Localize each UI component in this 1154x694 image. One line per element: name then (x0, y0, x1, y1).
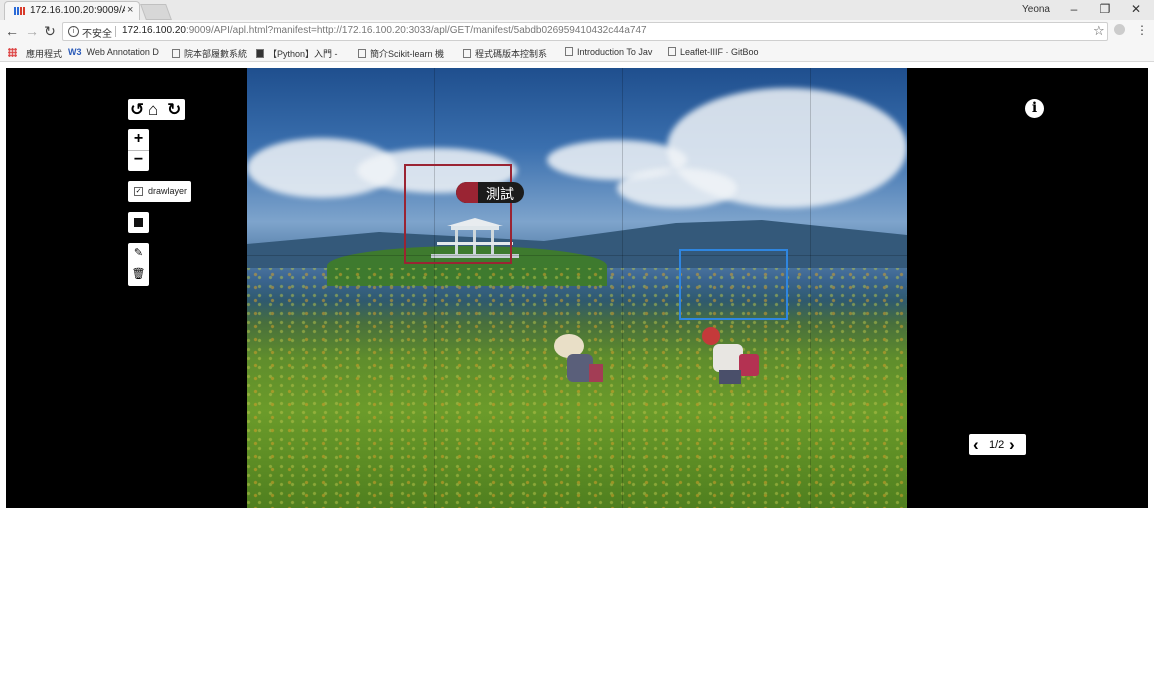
bookmark-item[interactable]: 簡介Scikit-learn 機 (358, 47, 453, 60)
close-window-button[interactable]: ✕ (1128, 2, 1144, 16)
annotation-region-red[interactable] (404, 164, 512, 264)
bookmark-item[interactable]: W3 Web Annotation D (68, 47, 160, 57)
previous-page-icon[interactable]: ‹ (973, 434, 979, 455)
bookmark-item[interactable]: 【Python】入門 - (256, 47, 348, 60)
zoom-out-button[interactable]: − (128, 150, 149, 171)
edit-icon[interactable]: ✎ (128, 243, 149, 264)
next-page-icon[interactable]: › (1009, 434, 1015, 455)
e-icon (256, 49, 264, 58)
address-bar[interactable]: i 不安全 172.16.100.20:9009/API/apl.html?ma… (62, 22, 1108, 41)
bookmark-label: 簡介Scikit-learn 機 (370, 49, 445, 59)
extension-icon[interactable] (1114, 24, 1125, 35)
reload-button[interactable]: ↻ (43, 24, 57, 38)
browser-tab[interactable]: 172.16.100.20:9009/API × (4, 1, 140, 20)
bookmark-item[interactable]: 應用程式 (26, 47, 66, 60)
info-icon[interactable]: i (1025, 99, 1044, 118)
tab-close-icon[interactable]: × (127, 4, 133, 16)
layer-control[interactable]: ✓ drawlayer (128, 181, 191, 202)
book-icon (358, 49, 366, 58)
new-tab-button[interactable] (140, 4, 172, 20)
annotation-tooltip[interactable]: 測試 (456, 182, 524, 203)
zoom-in-button[interactable]: + (128, 129, 149, 150)
bookmark-star-icon[interactable]: ☆ (1093, 23, 1105, 39)
bookmark-label: Leaflet-IIIF · GitBoo (680, 47, 759, 57)
restore-button[interactable]: ❐ (1097, 2, 1113, 16)
tile-gridline (247, 255, 907, 256)
iiif-favicon-icon (14, 7, 25, 15)
bookmark-label: Introduction To Jav (577, 47, 653, 57)
draw-rectangle-button[interactable] (128, 212, 149, 233)
bookmark-label: 程式碼版本控制系 (475, 49, 548, 59)
url-path: :9009/API/apl.html?manifest=http://172.1… (185, 25, 647, 36)
page-counter: 1/2 (989, 439, 1005, 451)
bookmark-label: Web Annotation D (86, 47, 159, 57)
back-button[interactable]: ← (5, 24, 19, 38)
rotate-left-icon[interactable]: ↺ (130, 100, 144, 119)
book-icon (668, 47, 676, 56)
url-host: 172.16.100.20 (122, 25, 186, 36)
farmer-2 (702, 327, 759, 384)
url-text[interactable]: 172.16.100.20:9009/API/apl.html?manifest… (122, 25, 647, 36)
bookmark-item[interactable]: 院本部履數系統 (172, 47, 252, 60)
cloud (617, 168, 737, 208)
viewer-image[interactable] (247, 68, 907, 508)
security-label[interactable]: 不安全 (82, 25, 112, 40)
bookmark-label: 【Python】入門 - (268, 49, 338, 59)
edit-toolbar: ✎ 🗑 (128, 243, 149, 286)
trash-icon[interactable]: 🗑 (128, 264, 149, 285)
page-icon (172, 49, 180, 58)
tab-strip: 172.16.100.20:9009/API × Yeona – ❐ ✕ (0, 0, 1154, 20)
profile-name[interactable]: Yeona (1022, 4, 1050, 15)
page-icon (463, 49, 471, 58)
browser-toolbar: ← → ↻ i 不安全 172.16.100.20:9009/API/apl.h… (0, 20, 1154, 44)
tile-gridline (434, 68, 435, 508)
address-divider (115, 26, 116, 37)
navigation-toolbar: ↺ ⌂ ↻ (128, 99, 185, 120)
square-icon (134, 218, 143, 227)
tab-title: 172.16.100.20:9009/API (30, 5, 125, 16)
rotate-right-icon[interactable]: ↻ (167, 100, 181, 119)
bookmark-item[interactable]: Leaflet-IIIF · GitBoo (668, 47, 764, 57)
home-icon[interactable]: ⌂ (148, 100, 158, 119)
browser-menu-icon[interactable]: ⋮ (1136, 23, 1148, 37)
zoom-control: + − (128, 129, 149, 171)
bookmark-item[interactable]: Introduction To Jav (565, 47, 659, 57)
apps-icon[interactable] (8, 48, 17, 57)
annotation-label: 測試 (486, 186, 514, 202)
forward-button[interactable]: → (25, 24, 39, 38)
bookmark-label: 院本部履數系統 (184, 49, 248, 59)
annotation-color-swatch (456, 182, 478, 203)
tile-gridline (810, 68, 811, 508)
bookmark-item[interactable]: 程式碼版本控制系 (463, 47, 556, 60)
doc-icon (565, 47, 573, 56)
image-viewer[interactable]: 測試 ↺ ⌂ ↻ + − ✓ drawlayer ✎ 🗑 i ‹ 1/2 › (6, 68, 1148, 508)
annotation-region-blue[interactable] (679, 249, 788, 320)
bookmarks-bar: 應用程式 W3 Web Annotation D 院本部履數系統 【Python】… (0, 44, 1154, 62)
minimize-button[interactable]: – (1066, 2, 1082, 16)
site-info-icon[interactable]: i (68, 26, 79, 37)
page-navigator: ‹ 1/2 › (969, 434, 1026, 455)
layer-label: drawlayer (148, 186, 188, 196)
w3-icon: W3 (68, 47, 82, 57)
tile-gridline (622, 68, 623, 508)
farmer-1 (554, 334, 603, 382)
layer-checkbox[interactable]: ✓ (134, 187, 143, 196)
